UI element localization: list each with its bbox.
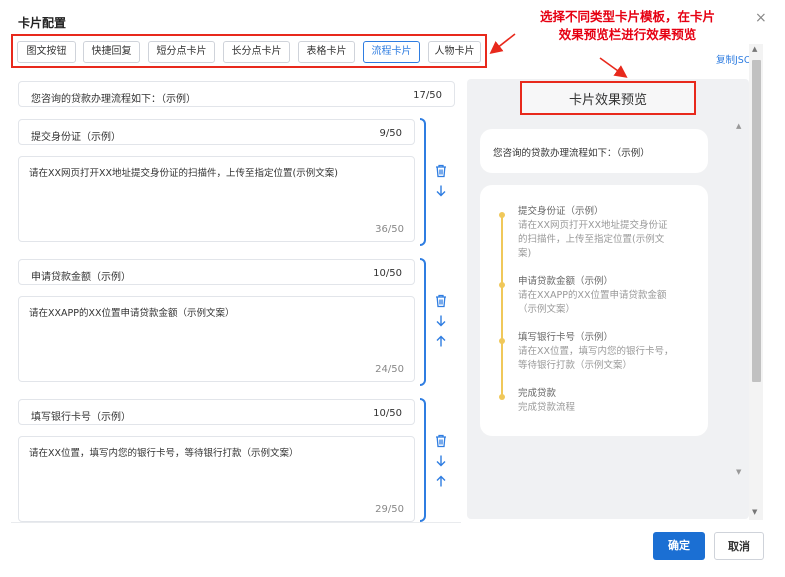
timeline-item-line: 等待银行打款（示例文案）: [518, 360, 633, 371]
step-1-move-down-icon[interactable]: [434, 184, 448, 198]
step-1-body-value: 请在XX网页打开XX地址提交身份证的扫描件，上传至指定位置(示例文案): [29, 168, 338, 179]
timeline-item-line: 的扫描件，上传至指定位置(示例文: [518, 234, 665, 245]
preview-intro-text: 您咨询的贷款办理流程如下：（示例）: [493, 148, 650, 159]
step-1-title-input[interactable]: 提交身份证（示例） 9/50: [18, 119, 415, 145]
timeline-item: 提交身份证（示例） 请在XX网页打开XX地址提交身份证 的扫描件，上传至指定位置…: [518, 205, 704, 261]
timeline-item-line: 请在XXAPP的XX位置申请贷款金额: [518, 290, 667, 301]
timeline-item-line: 完成贷款流程: [518, 402, 576, 413]
annotation-text: 选择不同类型卡片模板，在卡片 效果预览栏进行效果预览: [515, 8, 740, 44]
scrollbar-up-arrow-icon[interactable]: ▲: [752, 45, 757, 53]
step-2-move-up-icon[interactable]: [434, 334, 448, 348]
timeline-dot-1: [499, 212, 505, 218]
timeline-item: 申请贷款金额（示例） 请在XXAPP的XX位置申请贷款金额 （示例文案）: [518, 275, 704, 317]
tab-table-card[interactable]: 表格卡片: [298, 41, 355, 63]
process-header-count: 17/50: [413, 90, 442, 101]
step-2-body-value: 请在XXAPP的XX位置申请贷款金额（示例文案）: [29, 308, 235, 319]
annotation-arrow-left: [489, 33, 516, 54]
step-2-body-count: 24/50: [375, 364, 404, 375]
step-2-title-value: 申请贷款金额（示例）: [31, 272, 131, 283]
step-1-group-bracket: [420, 118, 426, 246]
tab-long-points-card[interactable]: 长分点卡片: [223, 41, 290, 63]
tab-quick-reply[interactable]: 快捷回复: [83, 41, 140, 63]
timeline-dot-2: [499, 282, 505, 288]
process-header-input[interactable]: 您咨询的贷款办理流程如下：（示例） 17/50: [18, 81, 455, 107]
step-1-trash-icon[interactable]: [434, 164, 448, 178]
tab-person-card[interactable]: 人物卡片: [428, 41, 481, 63]
step-3-group-bracket: [420, 398, 426, 522]
annotation-line-1: 选择不同类型卡片模板，在卡片: [539, 9, 715, 24]
preview-title: 卡片效果预览: [568, 93, 647, 108]
timeline-item-line: 请在XX网页打开XX地址提交身份证: [518, 220, 668, 231]
step-2-body-textarea[interactable]: 请在XXAPP的XX位置申请贷款金额（示例文案） 24/50: [18, 296, 415, 382]
timeline-item-title: 申请贷款金额（示例）: [518, 276, 614, 287]
timeline-item-title: 填写银行卡号（示例）: [518, 332, 614, 343]
preview-scroll-up-icon[interactable]: ▲: [736, 122, 741, 130]
timeline-item-line: （示例文案）: [518, 304, 576, 315]
step-3-title-value: 填写银行卡号（示例）: [31, 412, 131, 423]
timeline-item: 填写银行卡号（示例） 请在XX位置，填写内您的银行卡号， 等待银行打款（示例文案…: [518, 331, 704, 373]
timeline-line: [501, 214, 503, 399]
annotation-arrow-down: [599, 57, 628, 78]
step-3-trash-icon[interactable]: [434, 434, 448, 448]
tab-image-button[interactable]: 图文按钮: [17, 41, 76, 63]
dialog-title: 卡片配置: [18, 16, 67, 30]
timeline-dot-3: [499, 338, 505, 344]
step-1-body-textarea[interactable]: 请在XX网页打开XX地址提交身份证的扫描件，上传至指定位置(示例文案) 36/5…: [18, 156, 415, 242]
timeline-item: 完成贷款 完成贷款流程: [518, 387, 704, 415]
step-2-title-count: 10/50: [373, 268, 402, 279]
tab-process-card[interactable]: 流程卡片: [363, 41, 420, 63]
preview-scroll-down-icon[interactable]: ▼: [736, 468, 741, 476]
step-1-title-value: 提交身份证（示例）: [31, 132, 121, 143]
step-2-group-bracket: [420, 258, 426, 386]
step-3-title-count: 10/50: [373, 408, 402, 419]
scrollbar-down-arrow-icon[interactable]: ▼: [752, 508, 757, 516]
preview-timeline-card: 提交身份证（示例） 请在XX网页打开XX地址提交身份证 的扫描件，上传至指定位置…: [480, 185, 708, 436]
form-bottom-divider: [11, 522, 461, 523]
timeline-dot-4: [499, 394, 505, 400]
step-2-trash-icon[interactable]: [434, 294, 448, 308]
annotation-line-2: 效果预览栏进行效果预览: [558, 27, 697, 42]
process-header-value: 您咨询的贷款办理流程如下：（示例）: [31, 94, 196, 105]
step-1-body-count: 36/50: [375, 224, 404, 235]
step-3-move-up-icon[interactable]: [434, 474, 448, 488]
timeline-item-line: 请在XX位置，填写内您的银行卡号，: [518, 346, 674, 357]
dialog-scrollbar-thumb[interactable]: [752, 60, 761, 382]
timeline-item-title: 提交身份证（示例）: [518, 206, 604, 217]
timeline-item-line: 案): [518, 248, 532, 259]
preview-intro-bubble: 您咨询的贷款办理流程如下：（示例）: [480, 129, 708, 173]
step-3-body-value: 请在XX位置，填写内您的银行卡号，等待银行打款（示例文案）: [29, 448, 299, 459]
step-3-move-down-icon[interactable]: [434, 454, 448, 468]
step-3-title-input[interactable]: 填写银行卡号（示例） 10/50: [18, 399, 415, 425]
close-icon[interactable]: ×: [755, 10, 767, 26]
step-3-body-count: 29/50: [375, 504, 404, 515]
step-3-body-textarea[interactable]: 请在XX位置，填写内您的银行卡号，等待银行打款（示例文案） 29/50: [18, 436, 415, 522]
step-2-title-input[interactable]: 申请贷款金额（示例） 10/50: [18, 259, 415, 285]
step-2-move-down-icon[interactable]: [434, 314, 448, 328]
cancel-button[interactable]: 取消: [714, 532, 764, 560]
step-1-title-count: 9/50: [379, 128, 402, 139]
timeline-item-title: 完成贷款: [518, 388, 557, 399]
tab-short-points-card[interactable]: 短分点卡片: [148, 41, 215, 63]
confirm-button[interactable]: 确定: [653, 532, 705, 560]
